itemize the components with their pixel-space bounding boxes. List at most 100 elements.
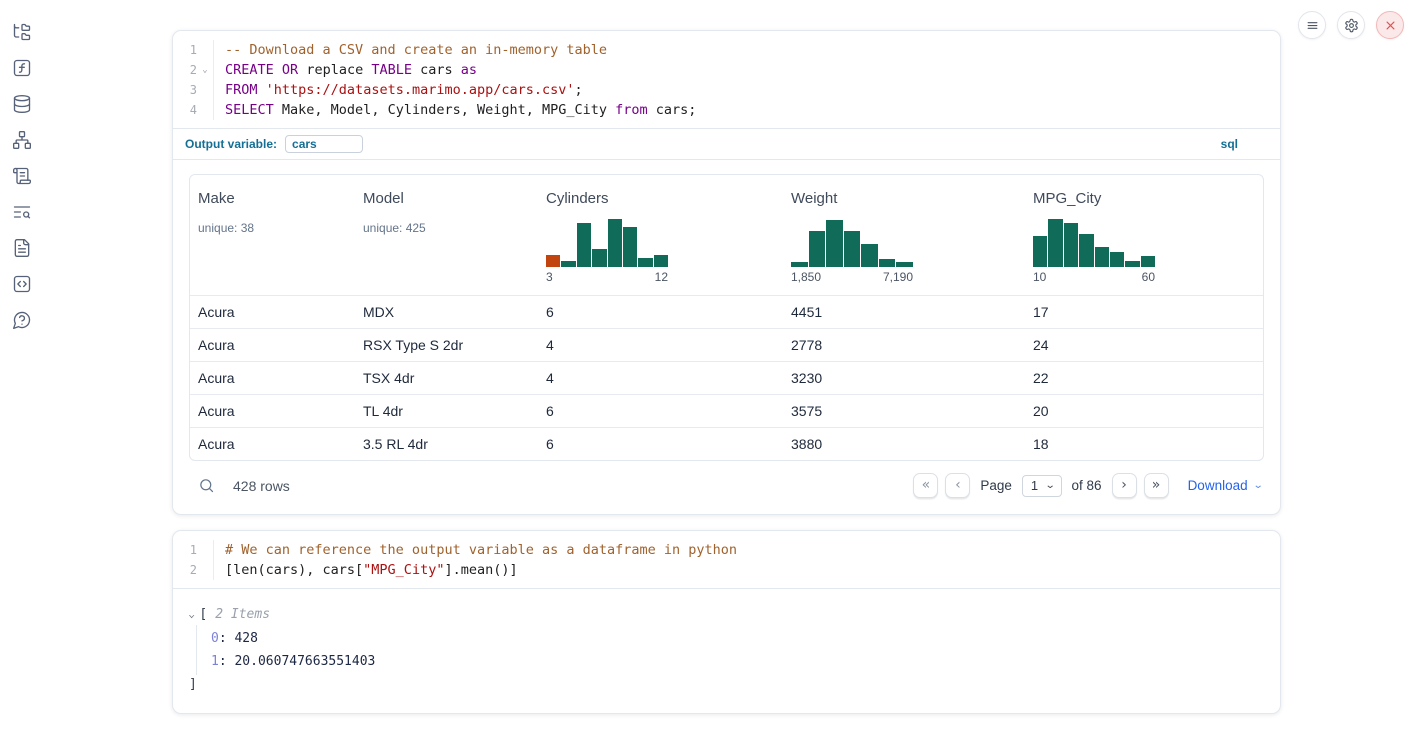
file-tree-icon[interactable] <box>12 22 32 42</box>
table-cell: Acura <box>190 370 355 386</box>
histogram-bar <box>1110 252 1124 267</box>
histogram-axis: 1060 <box>1033 270 1155 285</box>
histogram-bar <box>1079 234 1093 267</box>
open-bracket: [ <box>199 605 207 625</box>
table-cell: Acura <box>190 436 355 452</box>
last-page-button[interactable]: » <box>1144 473 1169 498</box>
table-cell: 4 <box>538 337 783 353</box>
sql-output-area: Makeunique: 38nulls: 0 Model unique: 425nu… <box>173 159 1280 514</box>
line-number: 2 <box>173 560 197 580</box>
fold-chevron-icon[interactable]: ⌄ <box>197 60 213 80</box>
histogram-bar <box>592 249 606 267</box>
function-square-icon[interactable] <box>12 58 32 78</box>
table-row: Acura3.5 RL 4dr6388018 <box>190 427 1263 460</box>
histogram-bar <box>638 258 652 268</box>
histogram-bar <box>1141 256 1155 267</box>
collapse-chevron-icon[interactable]: ⌄ <box>188 605 195 625</box>
histogram-bar <box>791 262 808 267</box>
table-cell: Acura <box>190 337 355 353</box>
column-histogram: 1,8507,190 <box>791 217 913 285</box>
tree-entry: 0: 428 <box>211 627 1264 650</box>
column-label: MPG_City <box>1033 189 1263 209</box>
page-select[interactable]: 1 ⌄ <box>1022 475 1062 497</box>
hamburger-menu-icon <box>1305 18 1320 33</box>
next-page-button[interactable]: › <box>1112 473 1137 498</box>
document-icon[interactable] <box>12 238 32 258</box>
dependency-graph-icon[interactable] <box>12 130 32 150</box>
histogram-bar <box>1095 247 1109 267</box>
table-row: AcuraTL 4dr6357520 <box>190 394 1263 427</box>
code-line: 1# We can reference the output variable … <box>173 540 1280 560</box>
chevron-down-icon: ⌄ <box>1252 481 1263 491</box>
histogram-bar <box>1048 219 1062 268</box>
column-histogram: 312 <box>546 217 668 285</box>
code-line: 1-- Download a CSV and create an in-memo… <box>173 40 1280 60</box>
table-cell: TL 4dr <box>355 403 538 419</box>
line-number: 3 <box>173 80 197 100</box>
table-footer: 428 rows « ‹ Page 1 ⌄ of 86 › » <box>189 461 1264 514</box>
table-body: AcuraMDX6445117AcuraRSX Type S 2dr427782… <box>190 295 1263 460</box>
table-row: AcuraRSX Type S 2dr4277824 <box>190 328 1263 361</box>
first-page-button[interactable]: « <box>913 473 938 498</box>
download-label: Download <box>1188 478 1248 493</box>
table-cell: TSX 4dr <box>355 370 538 386</box>
code-line: 2⌄CREATE OR replace TABLE cars as <box>173 60 1280 80</box>
table-cell: RSX Type S 2dr <box>355 337 538 353</box>
column-header-model[interactable]: Model unique: 425nulls: 0 <box>355 189 538 285</box>
column-header-weight[interactable]: Weight1,8507,190 <box>783 189 1025 285</box>
histogram-bar <box>844 231 861 267</box>
column-stats: unique: 425nulls: 0 <box>363 220 538 236</box>
chevron-left-icon: ‹ <box>955 477 961 493</box>
items-count-label: 2 Items <box>215 605 270 625</box>
sql-code-editor[interactable]: 1-- Download a CSV and create an in-memo… <box>173 31 1280 128</box>
table-cell: 4451 <box>783 304 1025 320</box>
pagination: « ‹ Page 1 ⌄ of 86 › » <box>913 473 1168 498</box>
output-variable-input[interactable]: cars <box>285 135 363 153</box>
help-icon[interactable] <box>12 310 32 330</box>
column-header-mpg_city[interactable]: MPG_City 1060 <box>1025 189 1263 285</box>
line-number: 1 <box>173 540 197 560</box>
sidebar <box>0 22 44 330</box>
table-cell: 3230 <box>783 370 1025 386</box>
table-row: AcuraMDX6445117 <box>190 295 1263 328</box>
download-button[interactable]: Download ⌄ <box>1188 478 1262 493</box>
column-header-cylinders[interactable]: Cylinders312 <box>538 189 783 285</box>
tree-header: ⌄ [ 2 Items <box>189 605 1264 625</box>
histogram-bar <box>809 231 826 267</box>
database-icon[interactable] <box>12 94 32 114</box>
prev-page-button[interactable]: ‹ <box>945 473 970 498</box>
row-count-label: 428 rows <box>233 478 290 494</box>
chevron-right-icon: › <box>1121 477 1127 493</box>
histogram-axis: 312 <box>546 270 668 285</box>
page-count-label: of 86 <box>1072 478 1102 493</box>
table-cell: 18 <box>1025 436 1263 452</box>
close-icon <box>1383 18 1398 33</box>
code-line: 2[len(cars), cars["MPG_City"].mean()] <box>173 560 1280 580</box>
table-cell: 24 <box>1025 337 1263 353</box>
table-cell: 6 <box>538 304 783 320</box>
notebook-area: 1-- Download a CSV and create an in-memo… <box>172 0 1281 714</box>
histogram-bar <box>1064 223 1078 267</box>
snippets-icon[interactable] <box>12 274 32 294</box>
text-search-icon[interactable] <box>12 202 32 222</box>
settings-button[interactable] <box>1337 11 1365 39</box>
table-cell: Acura <box>190 304 355 320</box>
code-line: 4SELECT Make, Model, Cylinders, Weight, … <box>173 100 1280 120</box>
table-cell: 3880 <box>783 436 1025 452</box>
language-badge[interactable]: sql <box>1221 137 1238 151</box>
sql-cell: 1-- Download a CSV and create an in-memo… <box>172 30 1281 515</box>
tree-entry: 1: 20.060747663551403 <box>211 650 1264 673</box>
line-number: 2 <box>173 60 197 80</box>
logs-icon[interactable] <box>12 166 32 186</box>
topbar-actions <box>1298 11 1404 39</box>
python-code-editor[interactable]: 1# We can reference the output variable … <box>173 531 1280 588</box>
column-label: Model <box>363 189 538 209</box>
line-number: 1 <box>173 40 197 60</box>
table-cell: 3575 <box>783 403 1025 419</box>
column-histogram: 1060 <box>1033 217 1155 285</box>
search-icon[interactable] <box>197 477 215 495</box>
shutdown-button[interactable] <box>1376 11 1404 39</box>
notebook-menu-button[interactable] <box>1298 11 1326 39</box>
marimo-notebook: 1-- Download a CSV and create an in-memo… <box>0 0 1408 729</box>
column-header-make[interactable]: Makeunique: 38nulls: 0 <box>190 189 355 285</box>
